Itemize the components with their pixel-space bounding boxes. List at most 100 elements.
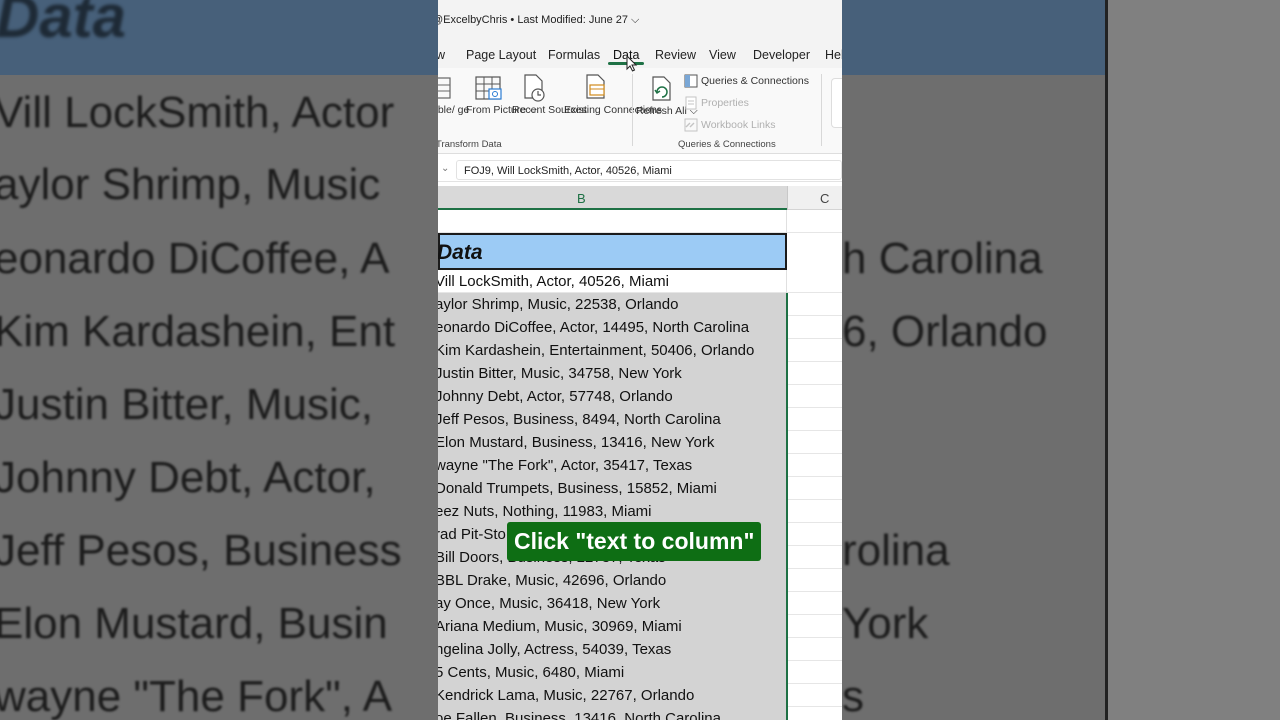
from-picture-icon <box>475 76 502 100</box>
table-row[interactable]: Kim Kardashein, Entertainment, 50406, Or… <box>438 339 842 362</box>
column-header-b[interactable]: B <box>438 186 787 210</box>
tab-review[interactable]: Review <box>655 48 696 62</box>
cell-text: Donald Trumpets, Business, 15852, Miami <box>438 480 717 497</box>
bg-header-text: Data <box>0 0 127 50</box>
cell-text: Justin Bitter, Music, 34758, New York <box>438 365 682 382</box>
table-row[interactable]: oe Fallen, Business, 13416, North Caroli… <box>438 707 842 720</box>
table-row[interactable]: ngelina Jolly, Actress, 54039, Texas <box>438 638 842 661</box>
table-row[interactable]: Jeff Pesos, Business, 8494, North Caroli… <box>438 408 842 431</box>
bg-right-row: 6, Orlando <box>842 307 1048 356</box>
bg-right-row: s <box>842 672 864 720</box>
refresh-all-button[interactable]: Refresh All ⌵ <box>636 105 698 118</box>
formula-value: FOJ9, Will LockSmith, Actor, 40526, Miam… <box>464 165 672 177</box>
table-row[interactable]: aylor Shrimp, Music, 22538, Orlando <box>438 293 842 316</box>
column-separator <box>787 186 788 210</box>
from-picture-button[interactable]: From Picture ⌵ <box>466 104 537 117</box>
tab-view[interactable]: View <box>709 48 736 62</box>
column-headers: B C <box>438 186 842 210</box>
bg-row: Johnny Debt, Actor, <box>0 453 376 502</box>
bg-row: eonardo DiCoffee, A <box>0 234 390 283</box>
table-row[interactable]: Ariana Medium, Music, 30969, Miami <box>438 615 842 638</box>
bg-right-row: York <box>842 599 929 648</box>
ribbon: able/ ge From Picture ⌵ Recent Sources <box>438 68 842 154</box>
table-row[interactable]: BBL Drake, Music, 42696, Orlando <box>438 569 842 592</box>
cell-text: BBL Drake, Music, 42696, Orlando <box>438 572 667 589</box>
cell-text: aylor Shrimp, Music, 22538, Orlando <box>438 296 679 313</box>
table-row[interactable]: wayne "The Fork", Actor, 35417, Texas <box>438 454 842 477</box>
group-label-queries: Queries & Connections <box>678 139 776 150</box>
cell-text: Johnny Debt, Actor, 57748, Orlando <box>438 388 673 405</box>
data-header-cell[interactable]: Data <box>438 233 787 270</box>
data-header-text: Data <box>438 241 483 264</box>
cell-text: Vill LockSmith, Actor, 40526, Miami <box>438 273 669 290</box>
properties-button[interactable]: Properties <box>701 97 749 110</box>
name-box-chevron-icon[interactable]: ⌄ <box>441 163 449 174</box>
workbook-links-button[interactable]: Workbook Links <box>701 119 776 132</box>
cell-text: rad Pit-Sto <box>438 526 506 543</box>
bg-right-row: h Carolina <box>842 234 1043 283</box>
tab-help[interactable]: Hel <box>825 48 842 62</box>
from-table-label[interactable]: able/ ge <box>438 104 469 117</box>
file-info[interactable]: @ExcelbyChris • Last Modified: June 27 ⌵ <box>438 14 639 27</box>
bg-right-row: rolina <box>842 526 950 575</box>
bg-row: Justin Bitter, Music, <box>0 380 374 429</box>
cell-text: wayne "The Fork", Actor, 35417, Texas <box>438 457 693 474</box>
table-row[interactable]: Justin Bitter, Music, 34758, New York <box>438 362 842 385</box>
table-row[interactable]: Elon Mustard, Business, 13416, New York <box>438 431 842 454</box>
instruction-caption: Click "text to column" <box>507 522 762 561</box>
cell-text: Elon Mustard, Business, 13416, New York <box>438 434 715 451</box>
bg-row: aylor Shrimp, Music <box>0 160 381 209</box>
tab-developer[interactable]: Developer <box>753 48 810 62</box>
existing-connections-button[interactable]: Existing Connections <box>564 104 662 117</box>
queries-connections-icon <box>684 74 698 88</box>
table-icon <box>438 77 451 99</box>
table-row[interactable] <box>438 210 842 233</box>
bg-row: Elon Mustard, Busin <box>0 599 388 648</box>
table-row[interactable]: eez Nuts, Nothing, 11983, Miami <box>438 500 842 523</box>
tab-review-prev[interactable]: w <box>438 48 445 62</box>
queries-connections-button[interactable]: Queries & Connections <box>701 75 809 88</box>
excel-window: @ExcelbyChris • Last Modified: June 27 ⌵… <box>438 0 842 720</box>
mouse-pointer-icon <box>626 55 638 72</box>
cell-text: 5 Cents, Music, 6480, Miami <box>438 664 625 681</box>
bg-row: Kim Kardashein, Ent <box>0 307 396 356</box>
refresh-all-icon <box>652 76 671 101</box>
table-row[interactable]: Donald Trumpets, Business, 15852, Miami <box>438 477 842 500</box>
table-row[interactable]: Johnny Debt, Actor, 57748, Orlando <box>438 385 842 408</box>
tab-formulas[interactable]: Formulas <box>548 48 600 62</box>
existing-connections-icon <box>586 74 605 99</box>
selection-border <box>786 293 788 720</box>
column-b-label: B <box>577 191 586 206</box>
cell-text: Kim Kardashein, Entertainment, 50406, Or… <box>438 342 755 359</box>
cell-text: oe Fallen, Business, 13416, North Caroli… <box>438 710 721 720</box>
formula-bar: ⌄ FOJ9, Will LockSmith, Actor, 40526, Mi… <box>438 158 842 182</box>
bg-row: Vill LockSmith, Actor <box>0 88 395 137</box>
recent-sources-button[interactable]: Recent Sources <box>512 104 587 117</box>
table-row[interactable]: Vill LockSmith, Actor, 40526, Miami <box>438 270 842 293</box>
table-row[interactable]: eonardo DiCoffee, Actor, 14495, North Ca… <box>438 316 842 339</box>
table-row[interactable]: 5 Cents, Music, 6480, Miami <box>438 661 842 684</box>
table-row[interactable]: ay Once, Music, 36418, New York <box>438 592 842 615</box>
formula-input[interactable]: FOJ9, Will LockSmith, Actor, 40526, Miam… <box>456 160 842 180</box>
bg-divider <box>1105 0 1108 720</box>
title-bar: @ExcelbyChris • Last Modified: June 27 ⌵ <box>438 0 842 42</box>
cell-text: Jeff Pesos, Business, 8494, North Caroli… <box>438 411 721 428</box>
cell-text: Kendrick Lama, Music, 22767, Orlando <box>438 687 695 704</box>
bg-row: Jeff Pesos, Business <box>0 526 402 575</box>
workbook-links-icon <box>684 118 698 132</box>
next-group-button[interactable] <box>831 78 842 128</box>
column-c-label: C <box>820 191 830 206</box>
cell-text: eonardo DiCoffee, Actor, 14495, North Ca… <box>438 319 750 336</box>
sheet-grid: Data Vill LockSmith, Actor, 40526, Miami… <box>438 210 842 720</box>
ribbon-separator <box>821 74 822 146</box>
cell-text: Ariana Medium, Music, 30969, Miami <box>438 618 682 635</box>
tab-page-layout[interactable]: Page Layout <box>466 48 536 62</box>
bg-row: wayne "The Fork", A <box>0 672 393 720</box>
properties-icon <box>685 96 697 110</box>
cell-text: eez Nuts, Nothing, 11983, Miami <box>438 503 652 520</box>
recent-sources-icon <box>524 74 545 102</box>
cell-text: ngelina Jolly, Actress, 54039, Texas <box>438 641 672 658</box>
bg-right-area <box>1105 0 1280 720</box>
group-label-transform: Transform Data <box>438 139 502 150</box>
table-row[interactable]: Kendrick Lama, Music, 22767, Orlando <box>438 684 842 707</box>
